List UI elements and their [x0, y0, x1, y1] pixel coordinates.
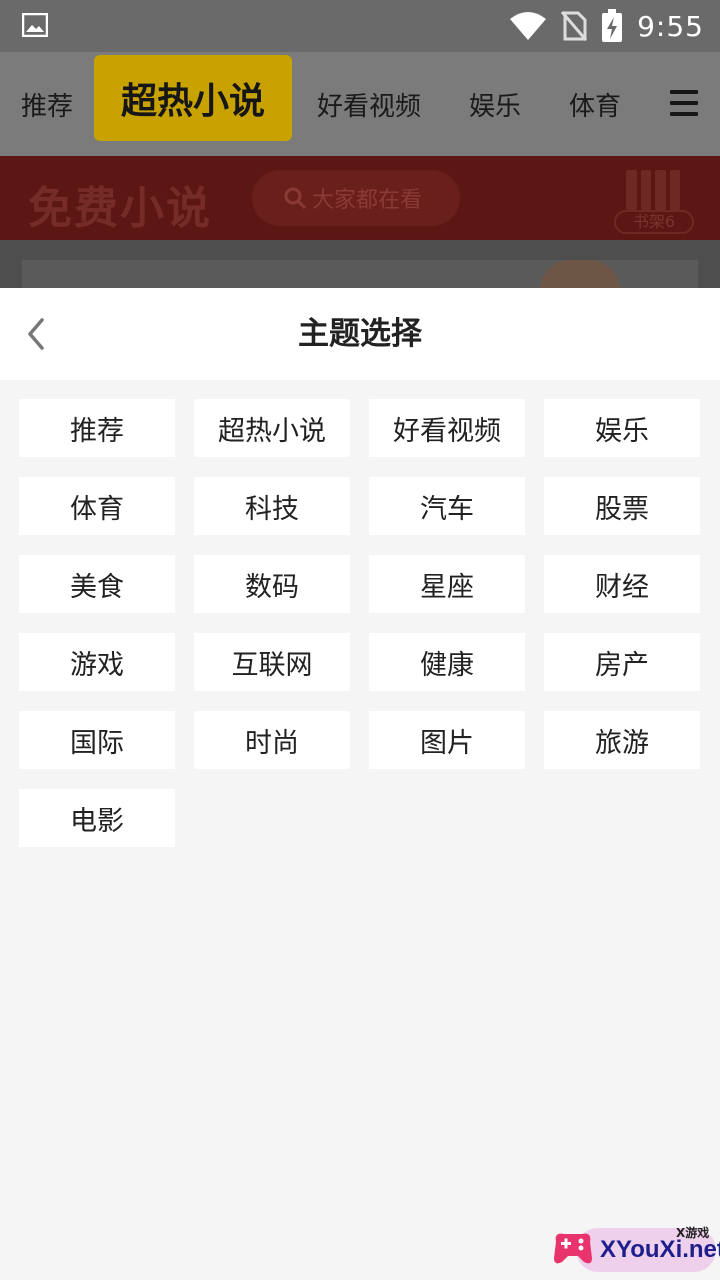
topic-chip[interactable]: 图片 [369, 711, 525, 769]
topic-chip[interactable]: 健康 [369, 633, 525, 691]
tab-sports[interactable]: 体育 [562, 52, 628, 156]
topic-chip[interactable]: 游戏 [19, 633, 175, 691]
tab-hot-novels[interactable]: 超热小说 [94, 55, 292, 141]
status-time: 9:55 [637, 9, 704, 43]
topic-chip[interactable]: 好看视频 [369, 399, 525, 457]
topic-chip[interactable]: 推荐 [19, 399, 175, 457]
search-icon [284, 187, 306, 209]
topic-chip[interactable]: 旅游 [544, 711, 700, 769]
status-bar: 9:55 [0, 0, 720, 52]
wifi-icon [510, 12, 547, 40]
topic-selection-sheet: 主题选择 推荐 超热小说 好看视频 娱乐 体育 科技 汽车 股票 美食 数码 星… [0, 288, 720, 1280]
channel-tab-bar: 推荐 超热小说 好看视频 娱乐 体育 [0, 52, 720, 156]
chevron-left-icon[interactable] [20, 314, 52, 354]
bookshelf-label: 书架6 [614, 210, 694, 234]
banner-search-box[interactable]: 大家都在看 [252, 170, 460, 226]
novel-banner: 免费小说 大家都在看 书架6 [0, 156, 720, 240]
no-sim-icon [561, 11, 588, 41]
gallery-icon [22, 13, 48, 37]
topic-chip[interactable]: 房产 [544, 633, 700, 691]
banner-search-placeholder: 大家都在看 [312, 188, 423, 213]
topic-chip[interactable]: 数码 [194, 555, 350, 613]
content-preview-strip [0, 240, 720, 300]
topic-chip[interactable]: 汽车 [369, 477, 525, 535]
topic-chip[interactable]: 星座 [369, 555, 525, 613]
topic-chip[interactable]: 娱乐 [544, 399, 700, 457]
topic-chip[interactable]: 美食 [19, 555, 175, 613]
topic-chip[interactable]: 国际 [19, 711, 175, 769]
tab-entertainment[interactable]: 娱乐 [462, 52, 528, 156]
tab-recommend[interactable]: 推荐 [14, 52, 80, 156]
sheet-header: 主题选择 [0, 288, 720, 380]
banner-title: 免费小说 [28, 183, 212, 234]
bookshelf-button[interactable]: 书架6 [614, 164, 694, 234]
sheet-title: 主题选择 [298, 316, 422, 352]
topic-chip[interactable]: 互联网 [194, 633, 350, 691]
topic-chip[interactable]: 体育 [19, 477, 175, 535]
site-watermark: X游戏 XYouXi.net [546, 1222, 720, 1280]
topic-chip[interactable]: 电影 [19, 789, 175, 847]
topic-chip[interactable]: 股票 [544, 477, 700, 535]
topic-chip[interactable]: 财经 [544, 555, 700, 613]
topic-chip[interactable]: 科技 [194, 477, 350, 535]
tab-good-videos[interactable]: 好看视频 [310, 52, 428, 156]
bookshelf-icon [626, 170, 680, 210]
battery-charging-icon [602, 9, 623, 42]
topic-chip[interactable]: 超热小说 [194, 399, 350, 457]
hamburger-menu-icon[interactable] [670, 90, 698, 118]
topic-chip[interactable]: 时尚 [194, 711, 350, 769]
watermark-text: XYouXi.net [600, 1236, 720, 1263]
gamepad-logo-icon [554, 1233, 592, 1264]
